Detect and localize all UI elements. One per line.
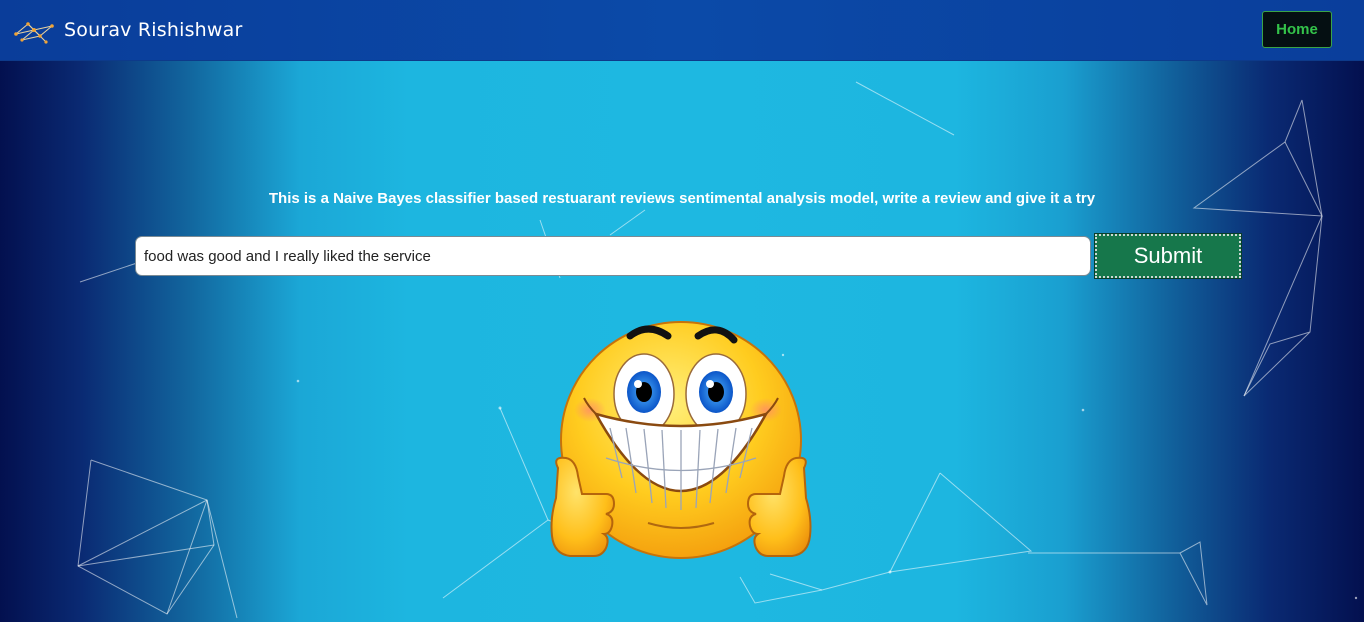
happy-thumbs-up-emoji-icon: [550, 321, 812, 559]
intro-text: This is a Naive Bayes classifier based r…: [268, 190, 1096, 207]
brand[interactable]: Sourav Rishishwar: [14, 14, 243, 46]
navbar: Sourav Rishishwar Home: [0, 0, 1364, 61]
brand-name: Sourav Rishishwar: [64, 19, 243, 41]
submit-button[interactable]: Submit: [1094, 233, 1242, 279]
review-input[interactable]: [135, 236, 1091, 276]
home-button[interactable]: Home: [1262, 11, 1332, 48]
page: Sourav Rishishwar Home This is a Naive B…: [0, 0, 1364, 622]
network-logo-icon: [14, 22, 54, 44]
